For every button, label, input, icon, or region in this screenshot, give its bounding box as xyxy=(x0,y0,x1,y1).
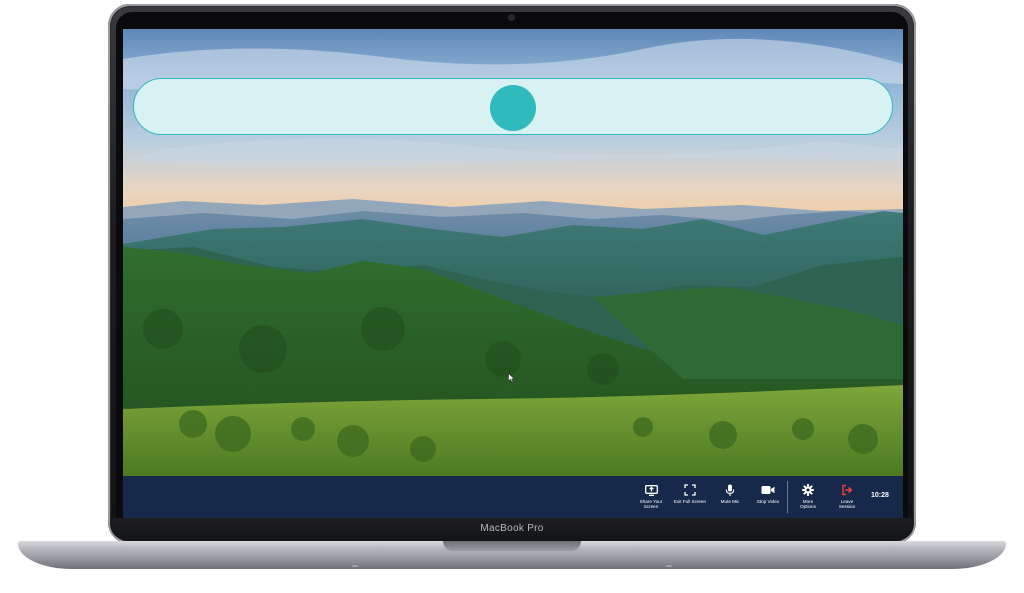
exit-full-screen-label: Exit Full Screen xyxy=(673,499,707,504)
session-clock: 10:28 xyxy=(871,492,889,499)
more-options-label: More Options xyxy=(800,499,816,510)
stop-video-button[interactable]: Stop Video xyxy=(746,483,790,504)
meeting-toolbar: Share Your Screen Exit Full Screen Mute … xyxy=(123,476,903,518)
device-brand-label: MacBook Pro xyxy=(480,523,544,534)
seek-bar[interactable] xyxy=(133,78,893,135)
microphone-icon xyxy=(722,483,738,497)
laptop-foot xyxy=(666,565,672,567)
share-screen-label: Share Your Screen xyxy=(639,499,663,510)
mouse-cursor-icon xyxy=(508,373,516,383)
laptop-lid-notch xyxy=(443,541,581,551)
more-options-button[interactable]: More Options xyxy=(786,483,830,510)
leave-session-label: Leave Session xyxy=(838,499,856,510)
video-camera-icon xyxy=(760,483,776,497)
seek-bar-handle[interactable] xyxy=(490,85,536,131)
laptop-mockup: Share Your Screen Exit Full Screen Mute … xyxy=(0,0,1024,593)
leave-icon xyxy=(839,483,855,497)
exit-full-screen-button[interactable]: Exit Full Screen xyxy=(668,483,712,504)
exit-fullscreen-icon xyxy=(682,483,698,497)
app-screen: Share Your Screen Exit Full Screen Mute … xyxy=(123,29,903,518)
leave-session-button[interactable]: Leave Session xyxy=(825,483,869,510)
share-screen-button[interactable]: Share Your Screen xyxy=(629,483,673,510)
camera-dot xyxy=(509,15,514,20)
laptop-foot xyxy=(352,565,358,567)
stop-video-label: Stop Video xyxy=(756,499,780,504)
gear-icon xyxy=(800,483,816,497)
share-screen-icon xyxy=(643,483,659,497)
mute-mic-label: Mute Mic xyxy=(720,499,740,504)
